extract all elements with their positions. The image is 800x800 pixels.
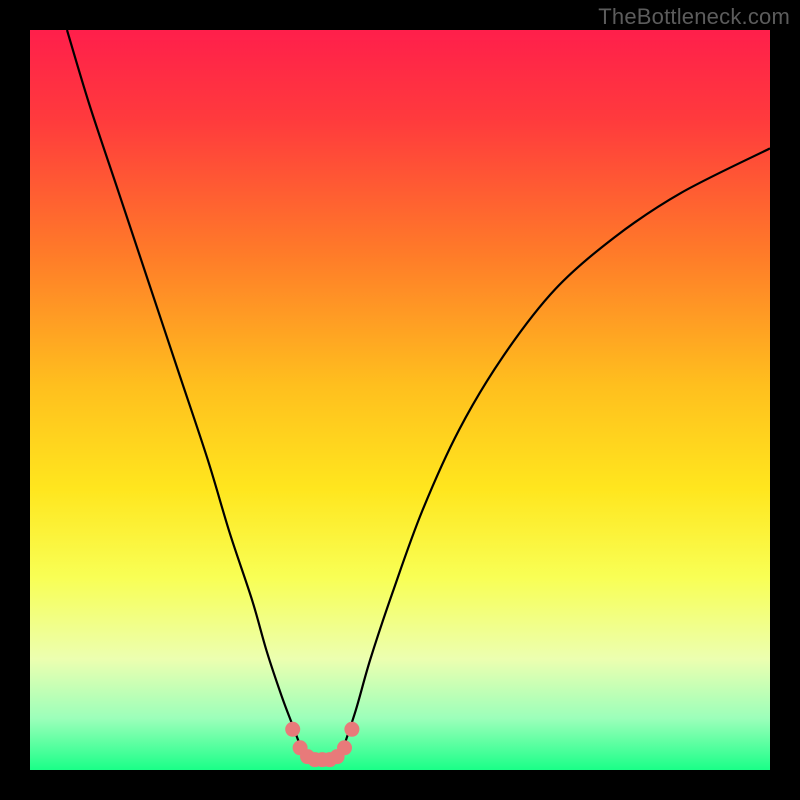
valley-dot xyxy=(344,722,359,737)
valley-dot xyxy=(337,740,352,755)
chart-svg xyxy=(30,30,770,770)
chart-frame: TheBottleneck.com xyxy=(0,0,800,800)
watermark-text: TheBottleneck.com xyxy=(598,4,790,30)
plot-area xyxy=(30,30,770,770)
valley-dot xyxy=(285,722,300,737)
gradient-background xyxy=(30,30,770,770)
